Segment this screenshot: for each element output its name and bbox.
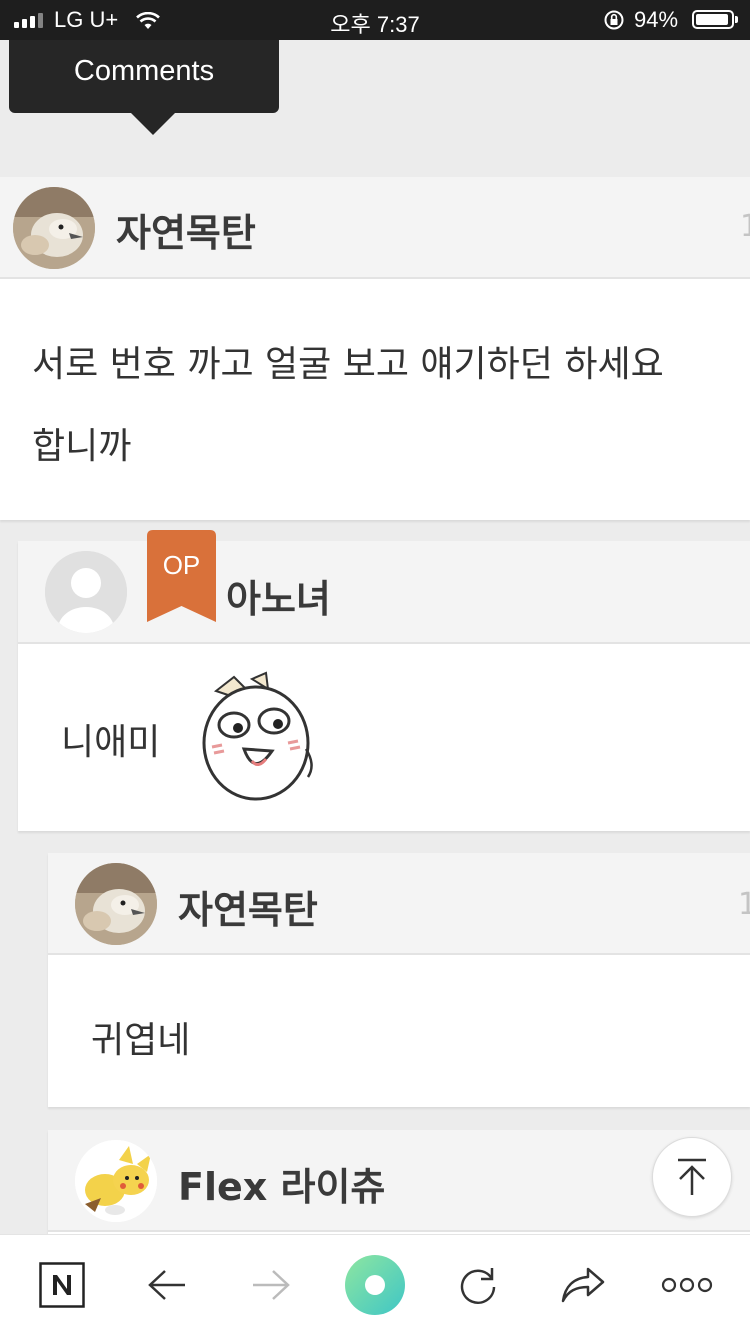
forward-arrow-icon	[253, 1270, 290, 1300]
op-badge-label: OP	[162, 550, 201, 580]
comment-text: 귀엽네	[91, 1020, 191, 1061]
default-avatar-icon[interactable]	[45, 551, 127, 633]
comment-card: Flex 라이츄	[48, 1130, 750, 1234]
rotation-lock-icon	[603, 9, 625, 37]
naver-n-icon	[39, 1262, 85, 1308]
emoticon-sticker[interactable]	[194, 669, 324, 804]
forward-button[interactable]	[221, 1235, 321, 1335]
comment-meta-number: 1	[738, 887, 750, 922]
back-arrow-icon	[148, 1270, 185, 1300]
tooltip-arrow	[131, 113, 175, 135]
more-button[interactable]	[637, 1235, 737, 1335]
comment-card: 자연목탄 1 서로 번호 까고 얼굴 보고 얘기하던 하세요 합니까	[0, 177, 750, 520]
comment-author[interactable]: 자연목탄	[116, 202, 256, 257]
naver-home-button[interactable]	[12, 1235, 112, 1335]
op-badge: OP	[147, 530, 216, 622]
tooltip-label: Comments	[73, 55, 215, 87]
comment-header: Flex 라이츄	[48, 1130, 750, 1232]
avatar[interactable]	[13, 187, 95, 269]
refresh-button[interactable]	[428, 1235, 528, 1335]
comment-author[interactable]: Flex 라이츄	[178, 1156, 385, 1211]
comment-card: 자연목탄 1 귀엽네	[48, 853, 750, 1107]
share-icon	[561, 1267, 605, 1303]
comment-text-line: 서로 번호 까고 얼굴 보고 얘기하던 하세요	[32, 344, 664, 385]
status-bar: LG U+ 오후 7:37 94%	[0, 0, 750, 40]
battery-icon	[692, 10, 738, 29]
comment-header: 아노녀	[18, 541, 750, 644]
comment-card: 아노녀 OP 니애미	[18, 530, 750, 831]
comment-author[interactable]: 자연목탄	[178, 879, 318, 934]
refresh-icon	[460, 1268, 496, 1304]
comment-text-line: 합니까	[32, 426, 132, 467]
comment-meta-number: 1	[740, 209, 750, 244]
share-button[interactable]	[533, 1235, 633, 1335]
back-button[interactable]	[117, 1235, 217, 1335]
avatar[interactable]	[75, 863, 157, 945]
scroll-to-top-button[interactable]	[652, 1137, 732, 1217]
arrow-up-icon	[678, 1158, 706, 1195]
battery-percent: 94%	[634, 7, 679, 32]
green-dot-button[interactable]	[325, 1235, 425, 1335]
comment-header: 자연목탄 1	[0, 177, 750, 279]
comment-header: 자연목탄 1	[48, 853, 750, 955]
more-icon	[661, 1277, 713, 1293]
browser-toolbar	[0, 1234, 750, 1335]
avatar[interactable]	[75, 1140, 157, 1222]
comments-tooltip: Comments	[9, 40, 279, 135]
comment-author[interactable]: 아노녀	[226, 568, 331, 623]
comment-text: 니애미	[61, 722, 161, 763]
green-dot-icon	[345, 1255, 405, 1315]
